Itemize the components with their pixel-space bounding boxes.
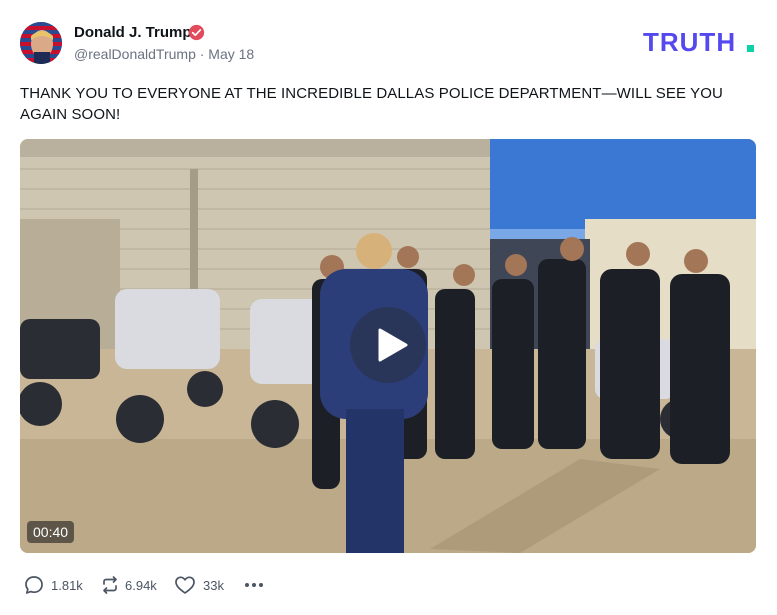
post-text: THANK YOU TO EVERYONE AT THE INCREDIBLE … xyxy=(20,85,723,123)
play-icon xyxy=(378,328,408,362)
more-options-button[interactable] xyxy=(242,573,266,597)
heart-icon xyxy=(175,576,195,594)
truth-social-logo: TRUTH xyxy=(643,28,754,56)
reply-button[interactable]: 1.81k xyxy=(24,573,84,597)
avatar[interactable] xyxy=(20,22,62,64)
svg-text:TRUTH: TRUTH xyxy=(643,28,736,56)
reply-count: 1.81k xyxy=(51,578,83,593)
retruth-count: 6.94k xyxy=(125,578,157,593)
author-name[interactable]: Donald J. Trump xyxy=(74,24,192,41)
retruth-button[interactable]: 6.94k xyxy=(100,573,164,597)
post-header: Donald J. Trump @realDonaldTrump · May 1… xyxy=(20,20,757,66)
video-duration: 00:40 xyxy=(27,521,75,543)
verified-badge-icon xyxy=(188,24,205,41)
like-button[interactable]: 33k xyxy=(174,573,230,597)
avatar-image xyxy=(20,22,62,64)
author-handle-date[interactable]: @realDonaldTrump · May 18 xyxy=(74,46,254,62)
like-count: 33k xyxy=(203,578,224,593)
comment-icon xyxy=(25,576,43,594)
more-dots-icon xyxy=(245,583,263,587)
video-player[interactable]: 00:40 xyxy=(20,139,756,553)
retruth-icon xyxy=(103,576,117,594)
play-button[interactable] xyxy=(350,307,426,383)
